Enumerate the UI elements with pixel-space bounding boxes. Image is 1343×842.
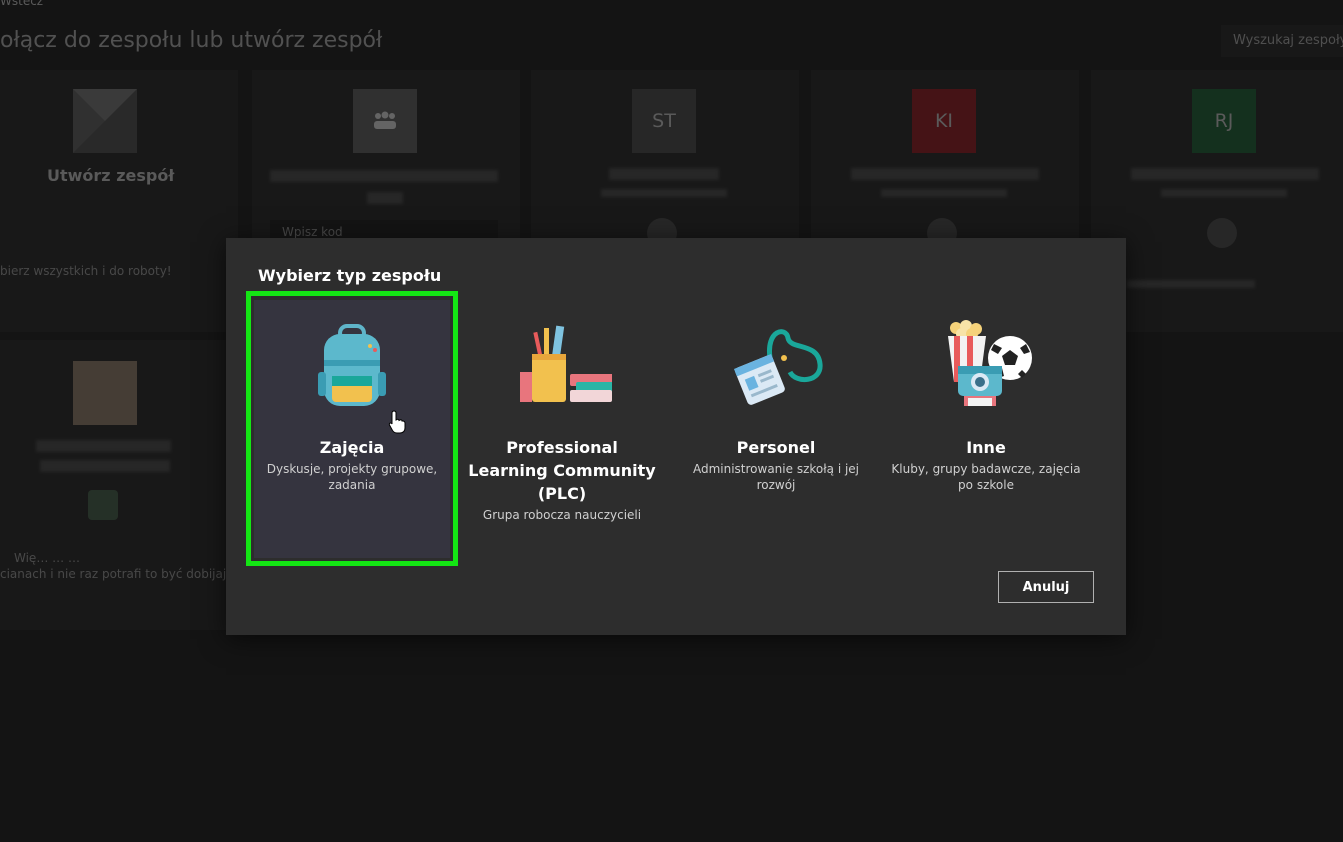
option-plc-desc: Grupa robocza nauczycieli [482,508,642,522]
option-plc-title: Professional Learning Community (PLC) [468,438,656,503]
option-staff-title: Personel [736,438,816,457]
popcorn-camera-ball-icon [936,320,1036,410]
option-other[interactable]: Inne Kluby, grupy badawcze, zajęcia po s… [888,300,1084,558]
pencil-cup-books-icon [512,320,616,410]
option-title: Professional Learning Community (PLC) Gr… [464,436,660,523]
option-other-desc: Kluby, grupy badawcze, zajęcia po szkole [891,462,1081,492]
hand-pointer-icon [388,410,406,438]
dialog-title: Wybierz typ zespołu [258,266,442,285]
id-badge-icon [726,320,826,410]
option-title: Personel Administrowanie szkołą i jej ro… [678,436,874,493]
team-type-dialog: Wybierz typ zespołu Zajęcia Dyskusje, pr… [226,238,1126,635]
option-title: Inne Kluby, grupy badawcze, zajęcia po s… [888,436,1084,493]
cancel-button[interactable]: Anuluj [998,571,1094,603]
option-plc[interactable]: Professional Learning Community (PLC) Gr… [464,300,660,558]
selection-highlight [246,291,458,566]
option-staff[interactable]: Personel Administrowanie szkołą i jej ro… [678,300,874,558]
option-other-title: Inne [966,438,1006,457]
option-staff-desc: Administrowanie szkołą i jej rozwój [692,462,860,492]
